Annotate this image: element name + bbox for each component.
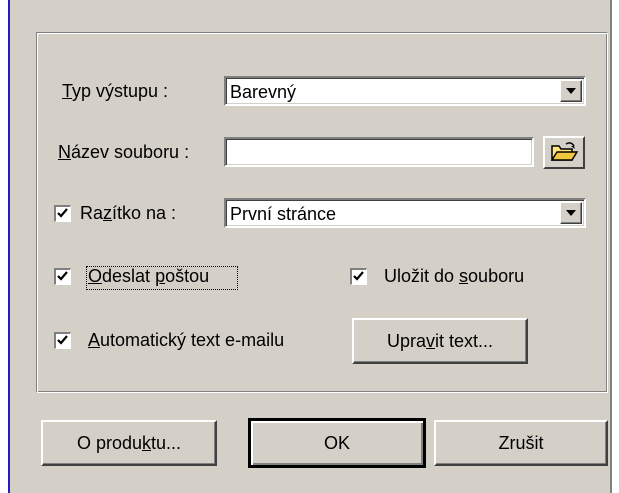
save-file-label[interactable]: Uložit do souboru xyxy=(384,265,524,287)
output-type-dropdown-button[interactable] xyxy=(560,80,582,102)
output-type-label-mnemonic: T xyxy=(62,81,73,101)
open-folder-icon xyxy=(550,142,579,161)
stamp-checkbox[interactable] xyxy=(54,205,71,222)
output-type-combo[interactable]: Barevný xyxy=(224,76,586,106)
stamp-label-post: ítko na : xyxy=(112,203,177,223)
stamp-label-pre: Ra xyxy=(80,203,104,223)
send-mail-label[interactable]: Odeslat poštou xyxy=(88,265,209,287)
cancel-button[interactable]: Zrušit xyxy=(434,420,608,466)
edit-text-pre: Upra xyxy=(386,331,426,351)
save-file-label-mnemonic: s xyxy=(459,266,469,286)
auto-text-checkbox[interactable] xyxy=(54,332,71,349)
about-button-label: O produktu... xyxy=(77,422,181,464)
cancel-button-label: Zrušit xyxy=(498,433,544,453)
browse-button[interactable] xyxy=(543,136,585,169)
checkmark-icon xyxy=(57,335,68,345)
file-name-label-text: ázev souboru : xyxy=(71,142,190,162)
chevron-down-icon xyxy=(566,210,576,216)
auto-text-label-post: utomatický text e-mailu xyxy=(100,330,285,350)
ok-button[interactable]: OK xyxy=(248,418,426,468)
edit-text-button-label: Upravit text... xyxy=(387,320,493,362)
send-mail-label-mnemonic2: p xyxy=(155,266,166,286)
output-type-value: Barevný xyxy=(230,82,297,102)
save-file-checkbox[interactable] xyxy=(350,268,367,285)
file-name-label: Název souboru : xyxy=(58,141,189,163)
send-mail-label-post: oštou xyxy=(165,266,210,286)
save-file-label-post: ouboru xyxy=(468,266,525,286)
send-mail-label-mnemonic: O xyxy=(88,266,103,286)
checkmark-icon xyxy=(57,208,68,218)
output-type-label-text: yp výstupu : xyxy=(72,81,169,101)
save-file-label-pre: Uložit do xyxy=(384,266,460,286)
stamp-combo[interactable]: První stránce xyxy=(224,198,586,228)
about-post: tu... xyxy=(151,433,182,453)
window-right-edge xyxy=(612,0,619,493)
edit-text-post: it text... xyxy=(434,331,494,351)
stamp-label-mnemonic: z xyxy=(103,203,113,223)
output-type-label: Typ výstupu : xyxy=(62,80,168,102)
edit-text-mnemonic: v xyxy=(425,331,435,351)
stamp-label: Razítko na : xyxy=(80,202,176,224)
chevron-down-icon xyxy=(566,88,576,94)
window-left-border xyxy=(8,0,10,493)
stamp-value: První stránce xyxy=(230,204,337,224)
about-mnemonic: k xyxy=(142,433,152,453)
auto-text-label[interactable]: Automatický text e-mailu xyxy=(88,329,284,351)
checkmark-icon xyxy=(353,271,364,281)
edit-text-button[interactable]: Upravit text... xyxy=(352,318,528,364)
stamp-dropdown-button[interactable] xyxy=(560,202,582,224)
file-name-field[interactable] xyxy=(224,137,534,167)
about-pre: O produ xyxy=(76,433,143,453)
auto-text-label-mnemonic: A xyxy=(88,330,101,350)
send-mail-checkbox[interactable] xyxy=(54,268,71,285)
ok-button-label: OK xyxy=(323,433,350,453)
checkmark-icon xyxy=(57,271,68,281)
about-button[interactable]: O produktu... xyxy=(41,420,217,466)
export-dialog: Typ výstupu : Barevný Název souboru : Ra… xyxy=(0,0,619,493)
send-mail-label-mid: deslat xyxy=(102,266,156,286)
file-name-label-mnemonic: N xyxy=(58,142,71,162)
